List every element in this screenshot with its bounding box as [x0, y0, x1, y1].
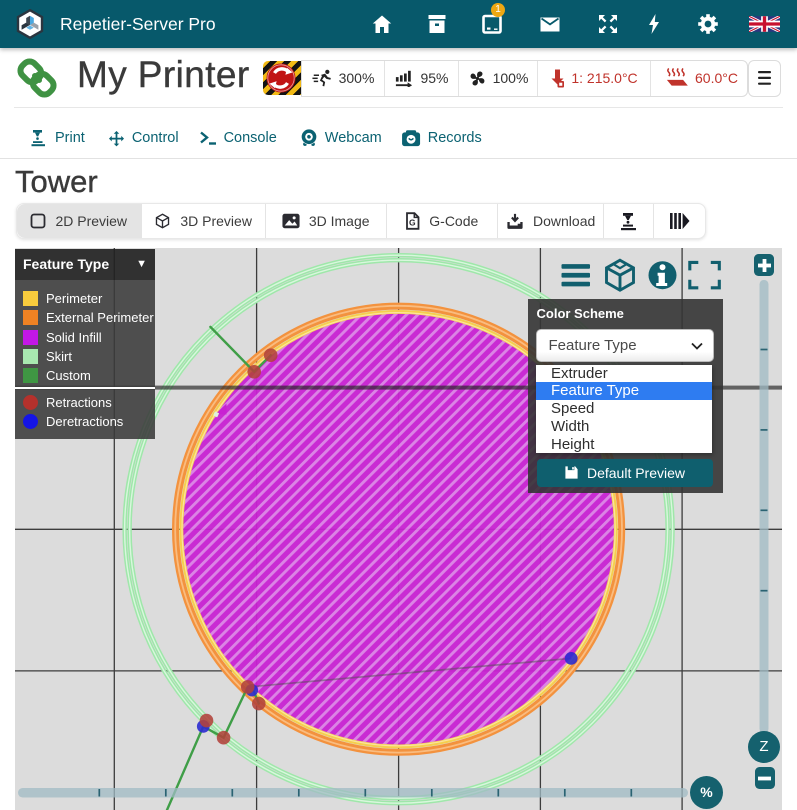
- svg-text:G: G: [409, 218, 416, 228]
